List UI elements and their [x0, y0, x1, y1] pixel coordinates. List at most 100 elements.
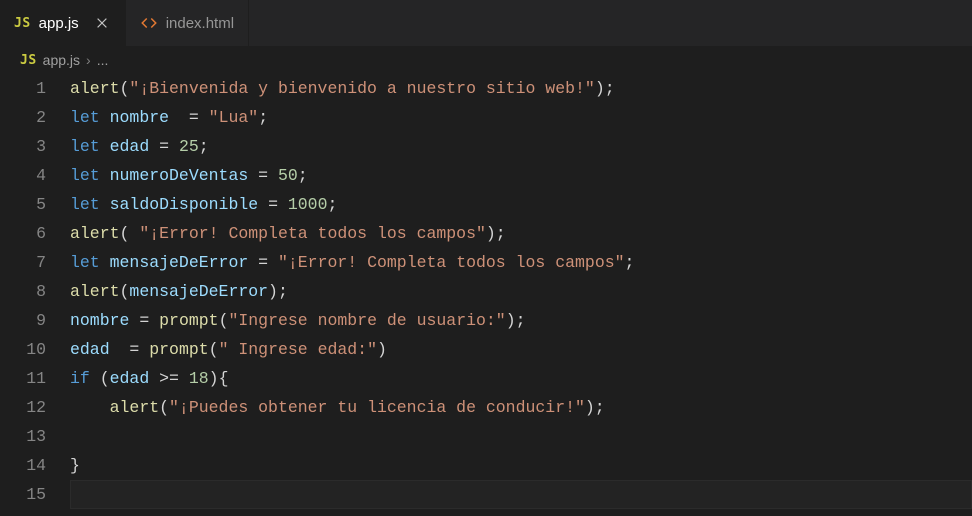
line-number: 14 — [0, 451, 46, 480]
code-token: prompt — [159, 311, 218, 330]
code-token — [129, 311, 139, 330]
code-token: let — [70, 137, 100, 156]
code-token: = — [268, 195, 278, 214]
line-number: 7 — [0, 248, 46, 277]
tab-bar: JS app.js index.html — [0, 0, 972, 46]
code-token: = — [159, 137, 169, 156]
line-number: 6 — [0, 219, 46, 248]
code-token: alert — [70, 79, 120, 98]
code-token — [248, 253, 258, 272]
line-number: 3 — [0, 132, 46, 161]
code-token: ) — [377, 340, 387, 359]
line-number: 10 — [0, 335, 46, 364]
line-number: 5 — [0, 190, 46, 219]
code-line[interactable]: let saldoDisponible = 1000; — [70, 190, 972, 219]
code-token — [179, 369, 189, 388]
code-token: ( — [120, 79, 130, 98]
code-token — [149, 369, 159, 388]
javascript-icon: JS — [14, 16, 31, 31]
code-token: 50 — [278, 166, 298, 185]
line-number: 4 — [0, 161, 46, 190]
code-token: ; — [298, 166, 308, 185]
line-number: 1 — [0, 74, 46, 103]
code-token: numeroDeVentas — [110, 166, 249, 185]
code-token — [169, 108, 189, 127]
code-token: edad — [110, 137, 150, 156]
code-token — [110, 340, 130, 359]
code-token — [149, 311, 159, 330]
code-line[interactable] — [70, 422, 972, 451]
code-line[interactable] — [70, 480, 972, 509]
code-token: ); — [268, 282, 288, 301]
html-icon — [140, 14, 158, 32]
line-number: 8 — [0, 277, 46, 306]
code-token: ); — [486, 224, 506, 243]
code-token — [258, 195, 268, 214]
code-line[interactable]: let nombre = "Lua"; — [70, 103, 972, 132]
code-line[interactable]: alert( "¡Error! Completa todos los campo… — [70, 219, 972, 248]
code-token: let — [70, 108, 100, 127]
line-number-gutter: 123456789101112131415 — [0, 74, 70, 509]
code-area[interactable]: alert("¡Bienvenida y bienvenido a nuestr… — [70, 74, 972, 509]
code-token — [268, 166, 278, 185]
code-token: "¡Error! Completa todos los campos" — [139, 224, 486, 243]
code-token: mensajeDeError — [129, 282, 268, 301]
line-number: 11 — [0, 364, 46, 393]
code-line[interactable]: alert("¡Puedes obtener tu licencia de co… — [70, 393, 972, 422]
code-line[interactable]: } — [70, 451, 972, 480]
code-token — [199, 108, 209, 127]
close-icon[interactable] — [93, 14, 111, 32]
code-token: let — [70, 253, 100, 272]
code-line[interactable]: nombre = prompt("Ingrese nombre de usuar… — [70, 306, 972, 335]
code-token: 25 — [179, 137, 199, 156]
code-token — [149, 137, 159, 156]
code-token: "Ingrese nombre de usuario:" — [228, 311, 505, 330]
code-token: ); — [506, 311, 526, 330]
code-token: = — [258, 166, 268, 185]
code-token: "¡Puedes obtener tu licencia de conducir… — [169, 398, 585, 417]
code-token: "¡Error! Completa todos los campos" — [278, 253, 625, 272]
code-token — [70, 398, 110, 417]
line-number: 12 — [0, 393, 46, 422]
code-line[interactable]: edad = prompt(" Ingrese edad:") — [70, 335, 972, 364]
code-token — [278, 195, 288, 214]
code-line[interactable]: if (edad >= 18){ — [70, 364, 972, 393]
code-token: prompt — [149, 340, 208, 359]
line-number: 2 — [0, 103, 46, 132]
code-token: if — [70, 369, 90, 388]
code-line[interactable]: alert("¡Bienvenida y bienvenido a nuestr… — [70, 74, 972, 103]
chevron-right-icon: › — [86, 52, 91, 68]
code-line[interactable]: let numeroDeVentas = 50; — [70, 161, 972, 190]
tab-label: index.html — [166, 15, 234, 32]
code-token — [100, 108, 110, 127]
code-token: = — [139, 311, 149, 330]
code-line[interactable]: alert(mensajeDeError); — [70, 277, 972, 306]
code-token — [100, 137, 110, 156]
code-token: nombre — [70, 311, 129, 330]
code-token: ( — [100, 369, 110, 388]
code-token: "¡Bienvenida y bienvenido a nuestro siti… — [129, 79, 594, 98]
code-token: " Ingrese edad:" — [219, 340, 377, 359]
code-token — [90, 369, 100, 388]
line-number: 15 — [0, 480, 46, 509]
code-token: ( — [219, 311, 229, 330]
code-token: ( — [120, 224, 140, 243]
code-line[interactable]: let edad = 25; — [70, 132, 972, 161]
tab-app-js[interactable]: JS app.js — [0, 0, 126, 46]
code-token: ( — [209, 340, 219, 359]
code-token: edad — [70, 340, 110, 359]
code-token: ; — [625, 253, 635, 272]
code-token: saldoDisponible — [110, 195, 259, 214]
code-token: let — [70, 195, 100, 214]
code-token — [100, 166, 110, 185]
code-line[interactable]: let mensajeDeError = "¡Error! Completa t… — [70, 248, 972, 277]
breadcrumb[interactable]: JS app.js › ... — [0, 46, 972, 74]
code-token: 18 — [189, 369, 209, 388]
line-number: 9 — [0, 306, 46, 335]
code-token: >= — [159, 369, 179, 388]
code-editor[interactable]: 123456789101112131415 alert("¡Bienvenida… — [0, 74, 972, 509]
code-token: let — [70, 166, 100, 185]
tab-index-html[interactable]: index.html — [126, 0, 249, 46]
code-token: alert — [70, 282, 120, 301]
code-token: alert — [70, 224, 120, 243]
